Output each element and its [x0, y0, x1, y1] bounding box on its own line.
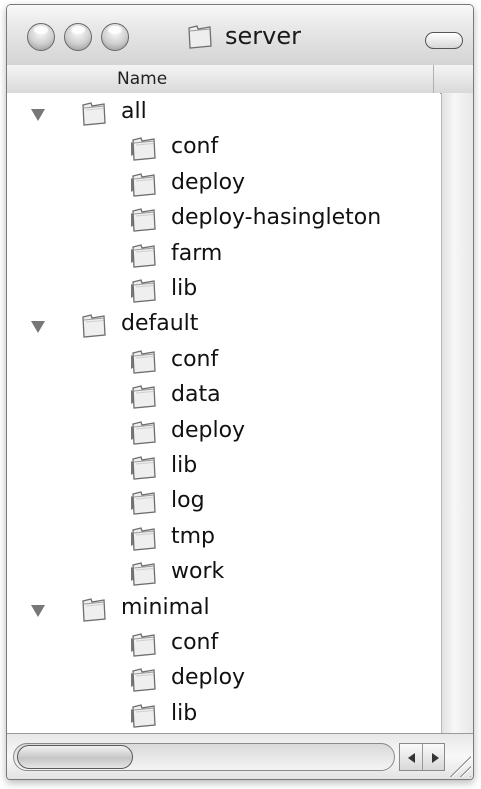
- tree-item-label: default: [121, 311, 199, 336]
- tree-row[interactable]: default: [7, 309, 440, 344]
- tree-row[interactable]: data: [7, 380, 440, 415]
- folder-icon: [129, 169, 159, 199]
- horizontal-scrollbar[interactable]: [7, 733, 473, 779]
- tree-item-label: work: [171, 559, 225, 584]
- column-header-name-label: Name: [117, 69, 168, 89]
- folder-icon: [129, 275, 159, 305]
- tree-item-label: all: [121, 99, 147, 124]
- column-header-row: Name: [7, 65, 473, 94]
- folder-icon: [129, 523, 159, 553]
- folder-icon: [79, 594, 109, 624]
- disclosure-expanded-icon[interactable]: [31, 605, 45, 617]
- folder-icon: [129, 381, 159, 411]
- tree-item-label: lib: [171, 701, 198, 726]
- disclosure-expanded-icon[interactable]: [31, 109, 45, 121]
- tree-row[interactable]: deploy: [7, 663, 440, 698]
- tree-row[interactable]: log: [7, 486, 440, 521]
- tree-item-label: minimal: [121, 595, 210, 620]
- tree-item-label: farm: [171, 241, 223, 266]
- tree-row[interactable]: all: [7, 97, 440, 132]
- tree-row[interactable]: conf: [7, 628, 440, 663]
- title-bar[interactable]: server: [7, 5, 473, 66]
- disclosure-expanded-icon[interactable]: [31, 321, 45, 333]
- zoom-button[interactable]: [101, 23, 129, 51]
- window-title-text: server: [225, 22, 301, 50]
- tree-row[interactable]: deploy-hasingleton: [7, 203, 440, 238]
- folder-icon: [129, 204, 159, 234]
- vertical-scrollbar[interactable]: [441, 93, 473, 733]
- close-button[interactable]: [27, 23, 55, 51]
- folder-icon: [129, 133, 159, 163]
- column-header-name[interactable]: Name: [7, 65, 434, 93]
- folder-icon: [129, 558, 159, 588]
- tree-row[interactable]: lib: [7, 699, 440, 734]
- folder-icon: [129, 240, 159, 270]
- tree-row[interactable]: deploy: [7, 416, 440, 451]
- scroll-arrows: [399, 743, 445, 771]
- tree-item-label: conf: [171, 134, 219, 159]
- folder-icon: [129, 629, 159, 659]
- tree-row[interactable]: conf: [7, 345, 440, 380]
- tree-item-label: deploy: [171, 170, 246, 195]
- folder-icon: [79, 98, 109, 128]
- tree-item-label: log: [171, 488, 205, 513]
- tree-item-label: deploy: [171, 665, 246, 690]
- window-title: server: [185, 19, 301, 53]
- tree-row[interactable]: lib: [7, 274, 440, 309]
- tree-item-label: lib: [171, 453, 198, 478]
- toolbar-toggle-button[interactable]: [425, 32, 463, 49]
- tree-item-label: data: [171, 382, 221, 407]
- tree-row[interactable]: tmp: [7, 522, 440, 557]
- tree-row[interactable]: conf: [7, 132, 440, 167]
- folder-icon: [79, 310, 109, 340]
- tree-item-label: deploy-hasingleton: [171, 205, 382, 230]
- tree-row[interactable]: farm: [7, 239, 440, 274]
- folder-icon: [129, 346, 159, 376]
- folder-icon: [129, 417, 159, 447]
- scroll-left-arrow-icon[interactable]: [400, 744, 422, 770]
- folder-tree-list: all conf deploy deploy-hasingleton farm lib de…: [7, 93, 440, 733]
- folder-icon: [188, 25, 212, 49]
- tree-row[interactable]: minimal: [7, 593, 440, 628]
- tree-row[interactable]: deploy: [7, 168, 440, 203]
- tree-item-label: conf: [171, 347, 219, 372]
- scroll-right-arrow-icon[interactable]: [421, 744, 445, 770]
- minimize-button[interactable]: [64, 23, 92, 51]
- tree-row[interactable]: lib: [7, 451, 440, 486]
- tree-row[interactable]: work: [7, 557, 440, 592]
- folder-icon: [129, 664, 159, 694]
- finder-window: server Name all conf deploy deploy-hasingle…: [6, 4, 474, 780]
- folder-icon: [129, 700, 159, 730]
- tree-item-label: conf: [171, 630, 219, 655]
- resize-grip-icon[interactable]: [447, 753, 471, 777]
- tree-item-label: tmp: [171, 524, 216, 549]
- tree-item-label: lib: [171, 276, 198, 301]
- folder-icon: [129, 452, 159, 482]
- horizontal-scroll-thumb[interactable]: [17, 745, 133, 769]
- tree-item-label: deploy: [171, 418, 246, 443]
- folder-icon: [129, 487, 159, 517]
